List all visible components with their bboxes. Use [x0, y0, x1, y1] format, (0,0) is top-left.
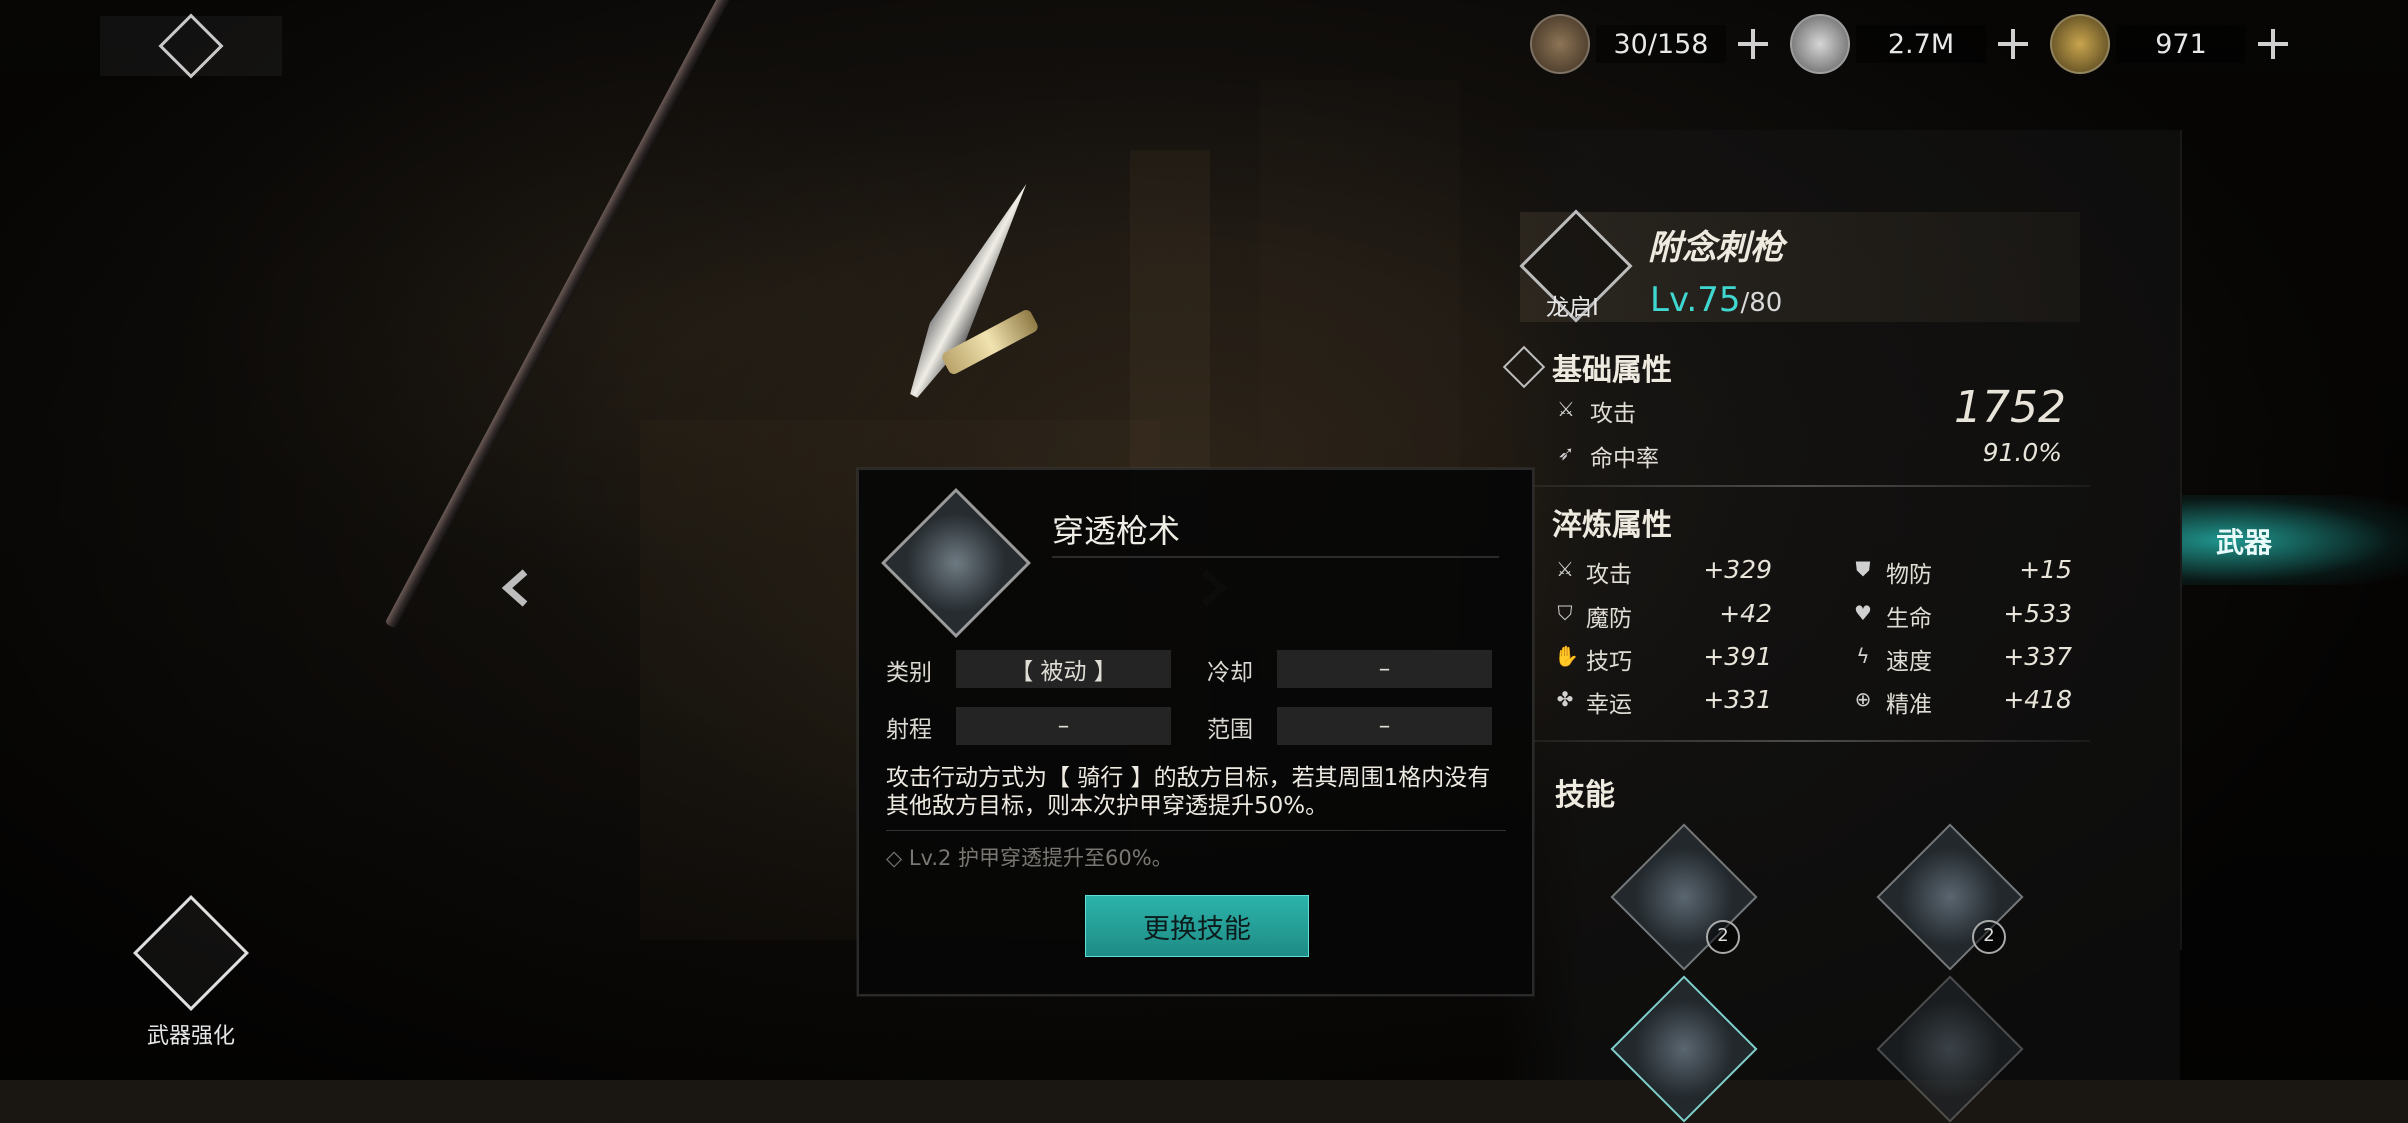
stat-label-luck: 幸运 [1586, 692, 1632, 718]
stat-label-precision: 精准 [1886, 692, 1932, 718]
silver-coin-icon [1790, 14, 1850, 74]
currency-silver: 2.7M [1790, 14, 2030, 74]
spear-head [896, 175, 1044, 406]
crossed-swords-icon: ⚔ [1557, 397, 1575, 421]
skill-level-badge: 2 [1706, 920, 1740, 954]
weapon-name: 附念刺枪 [1648, 228, 1784, 268]
stat-label-hp: 生命 [1886, 606, 1932, 632]
skill-type-value: 【 被动 】 [956, 650, 1171, 688]
skill-detail-popup: 穿透枪术 类别 【 被动 】 冷却 – 射程 – 范围 – 攻击行动方式为【 骑… [857, 468, 1534, 996]
skill-range-label: 射程 [886, 717, 932, 743]
stat-value-accuracy: 91.0% [1982, 438, 2062, 467]
stat-label-mdef: 魔防 [1586, 606, 1632, 632]
stat-value-attack: 1752 [1954, 382, 2066, 433]
anvil-icon [133, 895, 249, 1011]
skill-cooldown-value: – [1277, 650, 1492, 688]
stat-value-refine-attack: +329 [1703, 555, 1772, 584]
skill-area-label: 范围 [1207, 717, 1253, 743]
target-icon: ⊕ [1854, 687, 1872, 711]
refine-stats-title: 淬炼属性 [1552, 508, 1672, 543]
skills-title: 技能 [1555, 778, 1615, 813]
stat-value-mdef: +42 [1719, 599, 1772, 628]
weapon-level-max: /80 [1740, 288, 1783, 318]
home-logo-button[interactable] [100, 13, 282, 79]
base-stats-title: 基础属性 [1552, 353, 1672, 388]
tab-weapon[interactable]: 武器 [2182, 495, 2408, 585]
skill-title: 穿透枪术 [1052, 512, 1181, 550]
skill-icon: ✋ [1554, 644, 1579, 668]
stat-value-pdef: +15 [2019, 555, 2072, 584]
skill-icon-cavalry [881, 488, 1031, 638]
divider [1052, 556, 1499, 558]
stat-value-hp: +533 [2003, 599, 2072, 628]
currency-value: 30/158 [1596, 25, 1726, 63]
weapon-level-current: Lv.75 [1650, 280, 1741, 320]
skill-range-value: – [956, 707, 1171, 745]
skill-area-value: – [1277, 707, 1492, 745]
skill-description: 攻击行动方式为【 骑行 】的敌方目标，若其周围1格内没有其他敌方目标，则本次护甲… [886, 765, 1491, 819]
stat-value-technique: +391 [1703, 642, 1772, 671]
logo-icon [158, 13, 224, 79]
weapon-enhance-button[interactable]: 武器强化 [126, 895, 256, 1050]
stat-label-attack: 攻击 [1590, 401, 1636, 427]
skill-cooldown-label: 冷却 [1207, 660, 1253, 686]
wood-resource-icon [1530, 14, 1590, 74]
stat-label-pdef: 物防 [1886, 562, 1932, 588]
stat-value-speed: +337 [2003, 642, 2072, 671]
crossed-swords-icon: ⚔ [1556, 557, 1574, 581]
stat-label-accuracy: 命中率 [1590, 446, 1659, 472]
divider [886, 830, 1506, 831]
stat-label-speed: 速度 [1886, 649, 1932, 675]
weapon-class: 龙启I [1546, 295, 1599, 321]
tab-weapon-label: 武器 [2216, 526, 2273, 559]
skill-level-badge: 2 [1972, 920, 2006, 954]
shield-icon: ⛊ [1855, 557, 1871, 581]
add-wood-button[interactable] [1736, 27, 1770, 61]
lightning-icon: ϟ [1856, 644, 1870, 668]
gold-feather-icon [2050, 14, 2110, 74]
diamond-bullet-icon: ◇ [886, 846, 909, 870]
weapon-enhance-label: 武器强化 [146, 1024, 235, 1049]
divider [1520, 740, 2090, 742]
currency-wood: 30/158 [1530, 14, 1770, 74]
skill-type-label: 类别 [886, 660, 932, 686]
weapon-level: Lv.75/80 [1650, 280, 1782, 320]
change-skill-button[interactable]: 更换技能 [1085, 895, 1309, 957]
divider [1520, 485, 2090, 487]
add-gold-button[interactable] [2256, 27, 2290, 61]
stat-label-refine-attack: 攻击 [1586, 562, 1632, 588]
heart-icon: ♥ [1854, 601, 1872, 625]
currency-value: 2.7M [1856, 25, 1986, 63]
skill-upgrade-text: Lv.2 护甲穿透提升至60%。 [908, 846, 1173, 870]
magic-shield-icon: ⛉ [1557, 601, 1573, 625]
stat-value-precision: +418 [2003, 685, 2072, 714]
skill-upgrade-note: ◇ Lv.2 护甲穿透提升至60%。 [886, 842, 1173, 872]
stat-value-luck: +331 [1703, 685, 1772, 714]
add-silver-button[interactable] [1996, 27, 2030, 61]
currency-value: 971 [2116, 25, 2246, 63]
accuracy-icon: ➶ [1557, 441, 1575, 465]
stat-label-technique: 技巧 [1586, 649, 1632, 675]
clover-icon: ✤ [1556, 687, 1574, 711]
previous-weapon-arrow-icon[interactable] [495, 566, 539, 610]
currency-gold: 971 [2050, 14, 2290, 74]
